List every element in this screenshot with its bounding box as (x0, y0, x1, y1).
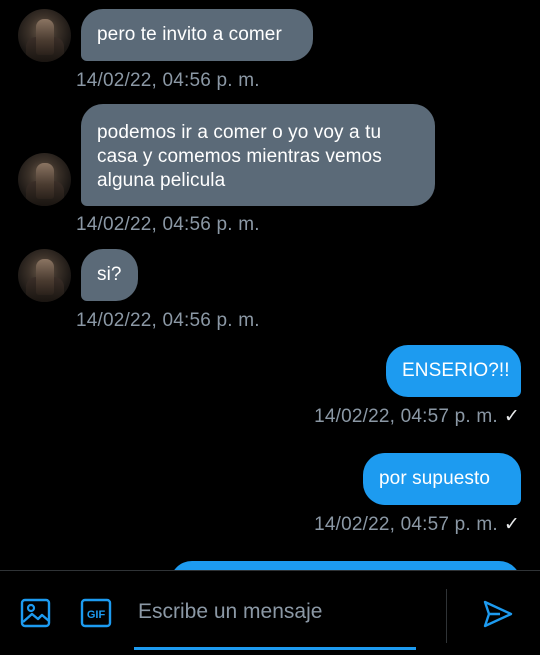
message-text: si? (97, 264, 122, 285)
sent-check-icon: ✓ (503, 406, 520, 427)
incoming-message-bubble[interactable]: pero te invito a comer (81, 9, 313, 61)
send-icon[interactable] (482, 598, 514, 630)
gif-icon[interactable]: GIF (80, 597, 112, 629)
message-input[interactable] (138, 593, 416, 631)
input-focus-underline (134, 647, 416, 650)
message-timestamp: 14/02/22, 04:56 p. m. (76, 310, 260, 331)
message-timestamp: 14/02/22, 04:56 p. m. (76, 70, 260, 91)
incoming-message-bubble[interactable]: si? (81, 249, 138, 301)
incoming-message-bubble[interactable]: podemos ir a comer o yo voy a tu casa y … (81, 104, 435, 206)
outgoing-message-bubble[interactable]: por supuesto (363, 453, 521, 505)
timestamp-text: 14/02/22, 04:57 p. m. (314, 405, 498, 427)
divider (446, 589, 447, 643)
avatar[interactable] (18, 153, 71, 206)
image-icon[interactable] (20, 597, 52, 629)
outgoing-message-bubble[interactable] (170, 561, 521, 570)
message-text: pero te invito a comer (97, 24, 282, 45)
timestamp-text: 14/02/22, 04:57 p. m. (314, 513, 498, 535)
message-composer: GIF (0, 570, 540, 655)
message-text: podemos ir a comer o yo voy a tu casa y … (97, 122, 382, 191)
gif-label: GIF (87, 609, 106, 621)
message-text: por supuesto (379, 468, 491, 489)
message-input-wrapper (134, 593, 416, 650)
avatar[interactable] (18, 9, 71, 62)
message-timestamp: 14/02/22, 04:57 p. m. ✓ (314, 405, 520, 428)
message-thread: pero te invito a comer 14/02/22, 04:56 p… (0, 0, 540, 570)
outgoing-message-bubble[interactable]: ENSERIO?!! (386, 345, 521, 397)
sent-check-icon: ✓ (503, 514, 520, 535)
message-timestamp: 14/02/22, 04:56 p. m. (76, 214, 260, 235)
message-timestamp: 14/02/22, 04:57 p. m. ✓ (314, 513, 520, 536)
avatar[interactable] (18, 249, 71, 302)
message-text: ENSERIO?!! (402, 360, 510, 381)
